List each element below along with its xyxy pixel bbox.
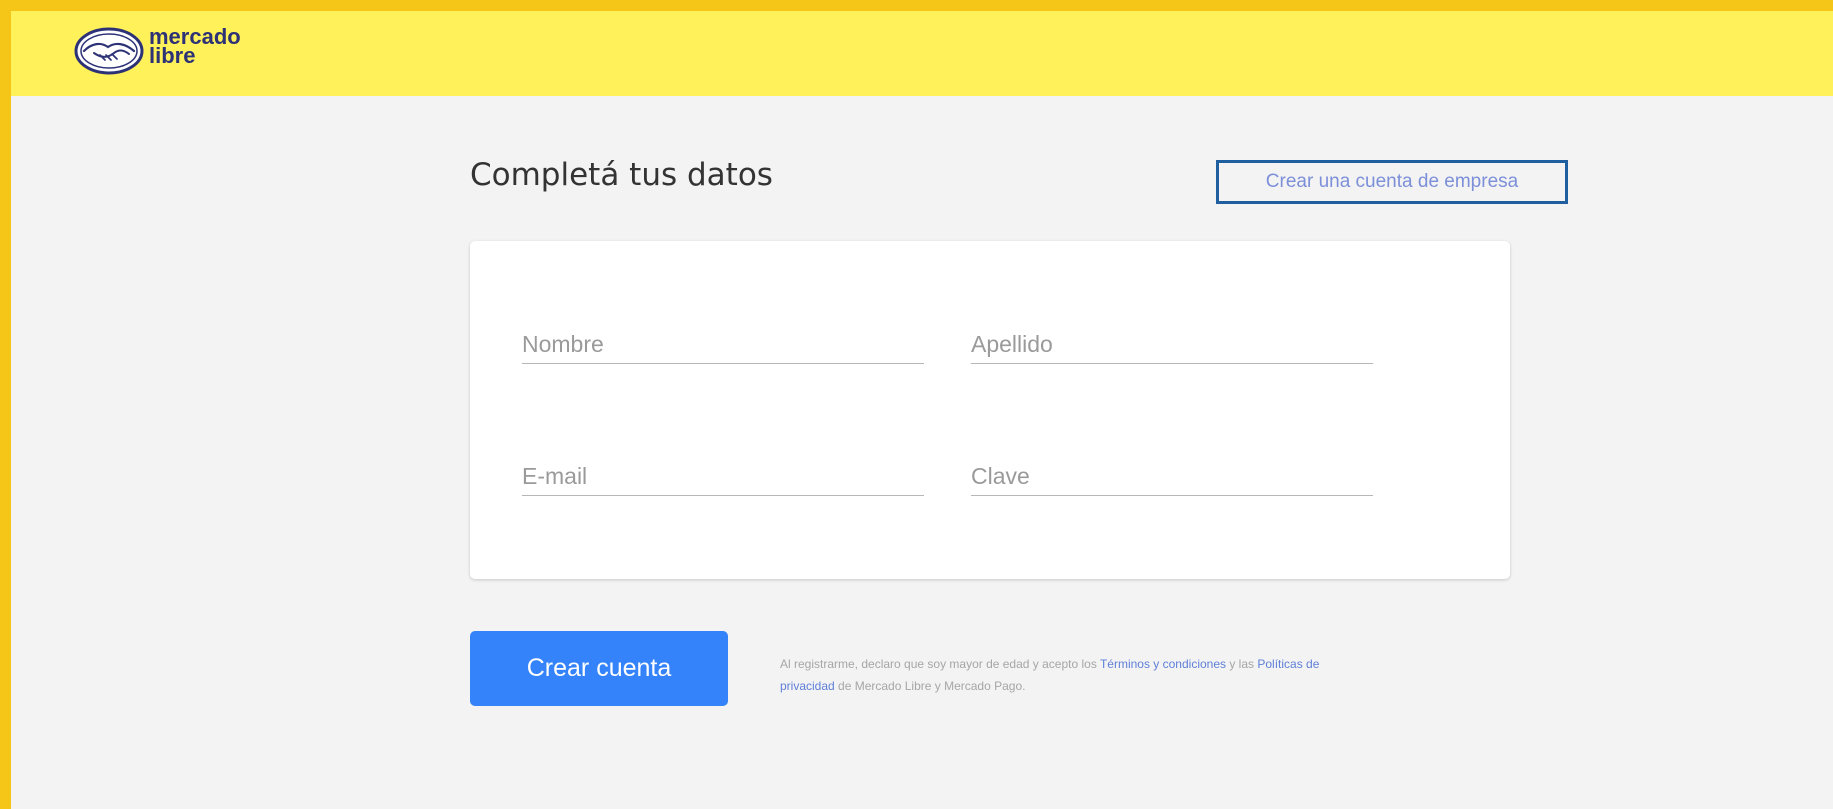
terms-and-conditions-link[interactable]: Términos y condiciones (1100, 657, 1226, 671)
mercado-libre-logo[interactable]: mercado libre (74, 25, 264, 77)
registration-form-card (470, 241, 1510, 579)
create-account-button[interactable]: Crear cuenta (470, 631, 728, 706)
page-title: Completá tus datos (470, 157, 773, 193)
create-business-account-link[interactable]: Crear una cuenta de empresa (1216, 160, 1568, 204)
page-frame: mercado libre Completá tus datos Crear u… (11, 11, 1833, 809)
legal-suffix: de Mercado Libre y Mercado Pago. (834, 679, 1026, 693)
password-input[interactable] (971, 457, 1373, 496)
logo-wordmark: mercado libre (149, 26, 241, 67)
first-name-input[interactable] (522, 325, 924, 364)
header: mercado libre (11, 11, 1833, 96)
last-name-input[interactable] (971, 325, 1373, 364)
legal-disclaimer: Al registrarme, declaro que soy mayor de… (780, 653, 1322, 697)
legal-prefix: Al registrarme, declaro que soy mayor de… (780, 657, 1100, 671)
handshake-icon (74, 27, 144, 75)
legal-middle: y las (1226, 657, 1258, 671)
email-input[interactable] (522, 457, 924, 496)
